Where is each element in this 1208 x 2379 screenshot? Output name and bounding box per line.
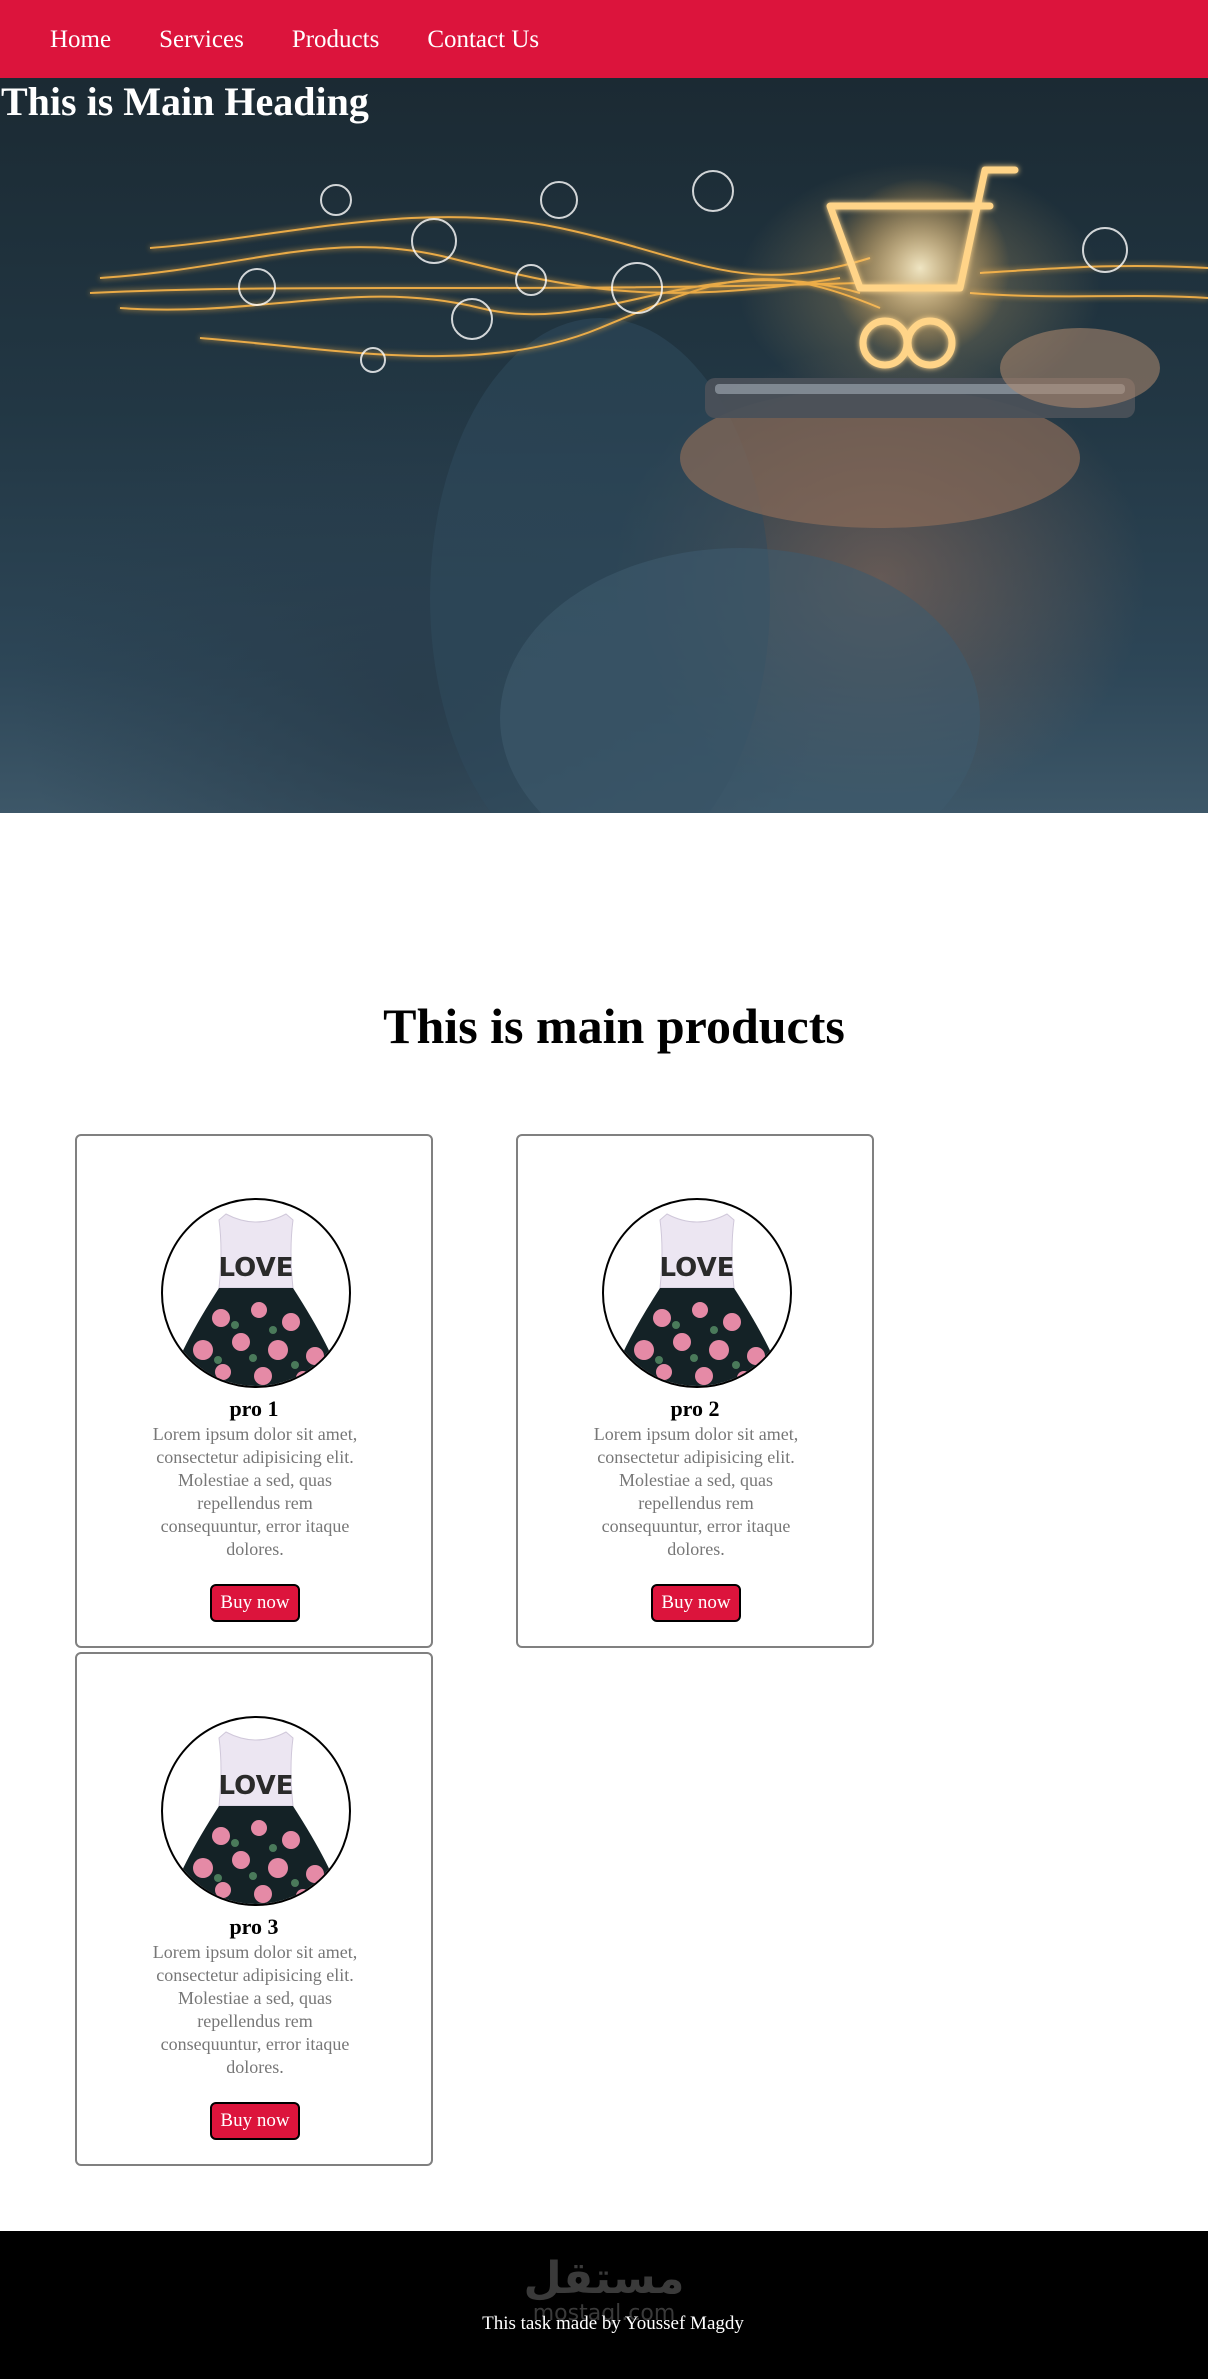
product-description: Lorem ipsum dolor sit amet, consectetur … (593, 1424, 799, 1559)
top-nav: Home Services Products Contact Us (0, 0, 1208, 78)
buy-now-button[interactable]: Buy now (210, 1584, 300, 1622)
buy-now-button[interactable]: Buy now (210, 2102, 300, 2140)
products-heading: This is main products (383, 998, 845, 1054)
product-name: pro 3 (229, 1914, 279, 1939)
nav-link-contact-us[interactable]: Contact Us (427, 27, 539, 52)
hero-section: This is Main Heading (0, 78, 1208, 813)
footer: مستقل mostaql.com This task made by Yous… (0, 2231, 1208, 2379)
footer-credit: This task made by Youssef Magdy (482, 2313, 744, 2334)
nav-link-services[interactable]: Services (159, 27, 244, 52)
product-card-2: LOVE pro 2 Lorem ipsum dolor sit amet, c… (516, 1134, 874, 1648)
buy-now-button[interactable]: Buy now (651, 1584, 741, 1622)
product-image-3: LOVE (161, 1716, 351, 1906)
svg-text:LOVE: LOVE (219, 1771, 294, 1801)
product-card-3: LOVE pro 3 Lorem ipsum dolor sit amet, c… (75, 1652, 433, 2166)
product-description: Lorem ipsum dolor sit amet, consectetur … (152, 1942, 358, 2077)
hero-background-image (89, 166, 1208, 813)
svg-text:LOVE: LOVE (660, 1253, 735, 1283)
product-image-2: LOVE (602, 1198, 792, 1388)
product-card-1: LOVE pro 1 Lorem ipsum dolor sit amet, c… (75, 1134, 433, 1648)
svg-text:LOVE: LOVE (219, 1253, 294, 1283)
product-name: pro 1 (229, 1396, 279, 1421)
product-description: Lorem ipsum dolor sit amet, consectetur … (152, 1424, 358, 1559)
nav-link-products[interactable]: Products (292, 27, 380, 52)
product-name: pro 2 (670, 1396, 720, 1421)
nav-link-home[interactable]: Home (50, 27, 111, 52)
main-heading: This is Main Heading (1, 79, 369, 124)
product-image-1: LOVE (161, 1198, 351, 1388)
mostaql-watermark-logo: مستقل (523, 2253, 685, 2304)
